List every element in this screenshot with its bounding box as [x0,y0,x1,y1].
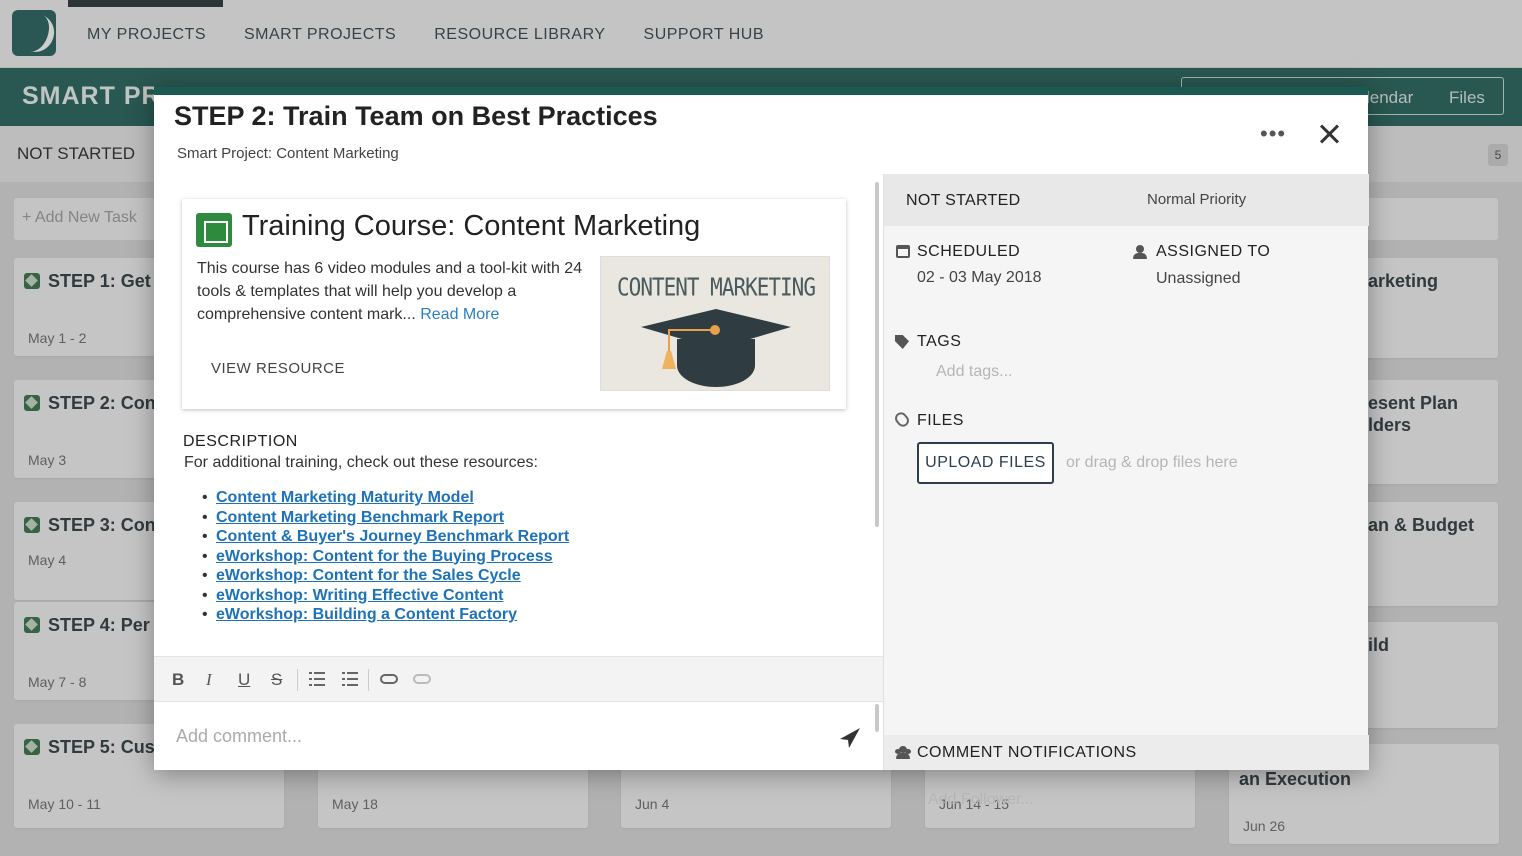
assignee-value[interactable]: Unassigned [1156,270,1241,288]
list-item: Content Marketing Maturity Model [202,488,569,508]
modal-right-pane: NOT STARTED Normal Priority SCHEDULED 02… [883,174,1369,808]
resource-link[interactable]: Content Marketing Maturity Model [216,489,474,506]
tags-label: TAGS [917,333,962,350]
status-bar: NOT STARTED Normal Priority [884,174,1369,226]
resource-title: Training Course: Content Marketing [242,210,701,242]
thumbnail-label: CONTENT MARKETING [617,272,816,302]
group-icon [895,746,911,759]
resource-description: This course has 6 video modules and a to… [197,260,583,323]
list-item: eWorkshop: Content for the Sales Cycle [202,566,569,586]
list-item: eWorkshop: Content for the Buying Proces… [202,547,569,567]
comment-toolbar: B I U S [154,656,883,702]
tassel-end [662,351,676,369]
comment-notifications-label: COMMENT NOTIFICATIONS [917,744,1137,761]
list-item: Content & Buyer's Journey Benchmark Repo… [202,527,569,547]
resource-link[interactable]: eWorkshop: Content for the Buying Proces… [216,548,553,565]
comment-input[interactable] [176,722,826,750]
resource-link[interactable]: Content & Buyer's Journey Benchmark Repo… [216,528,569,545]
resource-link[interactable]: eWorkshop: Writing Effective Content [216,587,503,604]
resource-links-list: Content Marketing Maturity Model Content… [202,488,569,625]
bold-button[interactable]: B [172,670,184,690]
user-icon [1133,245,1147,259]
toolbar-divider [368,669,369,691]
scheduled-label: SCHEDULED [917,243,1021,260]
strikethrough-button[interactable]: S [271,670,282,690]
description-heading: DESCRIPTION [183,433,298,450]
tag-icon [895,335,909,349]
more-options-icon[interactable]: ••• [1260,121,1286,147]
resource-link[interactable]: eWorkshop: Building a Content Factory [216,606,517,623]
italic-button[interactable]: I [206,670,212,690]
modal-subtitle: Smart Project: Content Marketing [177,145,399,162]
resource-card: Training Course: Content Marketing This … [182,199,846,409]
assigned-to-label: ASSIGNED TO [1156,243,1271,260]
upload-files-button[interactable]: UPLOAD FILES [917,442,1054,484]
paperclip-icon [892,409,912,430]
spreadsheet-icon [196,213,232,247]
tassel-cord [668,329,716,331]
left-pane-scrollbar[interactable] [875,182,879,527]
underline-button[interactable]: U [238,670,250,690]
task-detail-modal: STEP 2: Train Team on Best Practices Sma… [154,87,1369,808]
comment-scrollbar[interactable] [875,704,879,732]
toolbar-divider [297,669,298,691]
tassel-knot [710,325,720,335]
link-icon[interactable] [380,674,398,684]
resource-link[interactable]: eWorkshop: Content for the Sales Cycle [216,567,521,584]
list-item: Content Marketing Benchmark Report [202,508,569,528]
comment-area [154,702,883,770]
status-dropdown[interactable]: NOT STARTED [906,192,1020,210]
resource-link[interactable]: Content Marketing Benchmark Report [216,509,504,526]
scheduled-date[interactable]: 02 - 03 May 2018 [917,269,1042,287]
priority-dropdown[interactable]: Normal Priority [1147,191,1246,208]
close-icon[interactable] [1316,121,1342,147]
resource-thumbnail[interactable]: CONTENT MARKETING [600,256,830,391]
tags-input[interactable]: Add tags... [936,363,1013,381]
view-resource-button[interactable]: VIEW RESOURCE [211,360,345,377]
unlink-icon[interactable] [413,674,431,684]
modal-title: STEP 2: Train Team on Best Practices [174,101,658,131]
add-follower-input[interactable]: Add Follower... [928,791,1034,809]
files-label: FILES [917,412,964,429]
list-item: eWorkshop: Building a Content Factory [202,605,569,625]
bullet-list-icon[interactable] [342,672,358,686]
list-item: eWorkshop: Writing Effective Content [202,586,569,606]
ordered-list-icon[interactable] [309,672,325,686]
calendar-icon [896,245,910,258]
send-icon[interactable] [840,728,860,748]
comment-notifications-bar: COMMENT NOTIFICATIONS [884,735,1369,770]
read-more-link[interactable]: Read More [420,306,499,323]
drag-drop-hint: or drag & drop files here [1066,454,1238,471]
description-text: For additional training, check out these… [184,454,538,471]
